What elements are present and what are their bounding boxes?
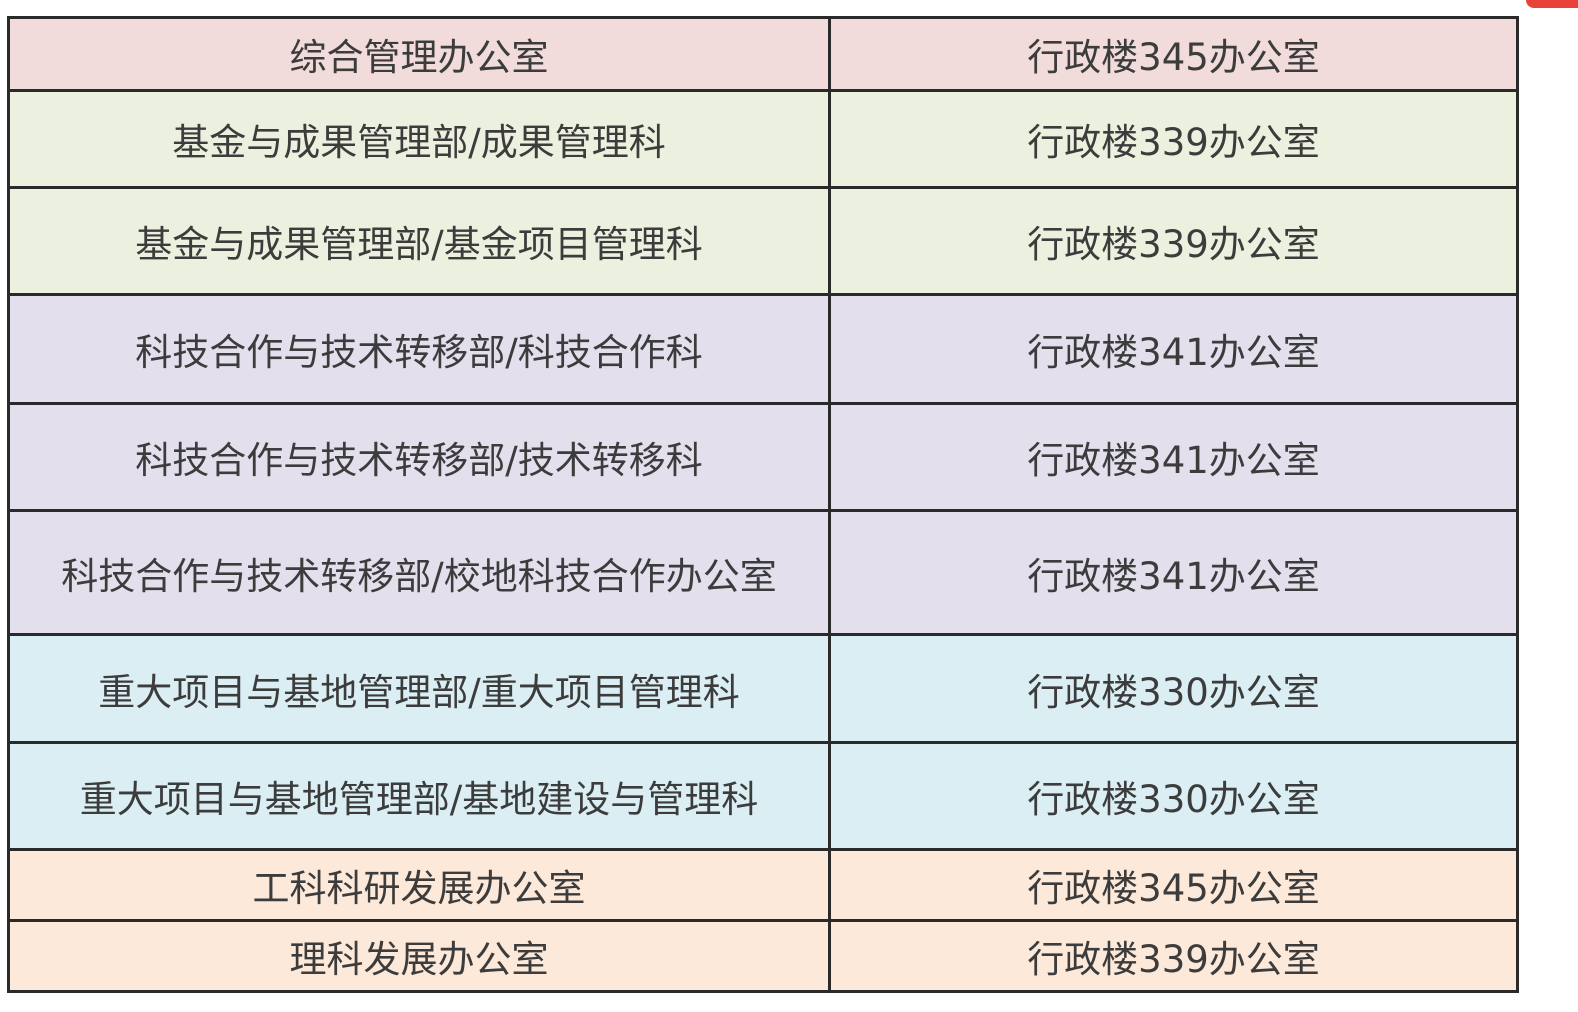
location-cell: 行政楼345办公室: [828, 848, 1519, 922]
table-row: 科技合作与技术转移部/科技合作科 行政楼341办公室: [7, 293, 1519, 405]
location-cell: 行政楼339办公室: [828, 186, 1519, 296]
table-row: 重大项目与基地管理部/重大项目管理科 行政楼330办公室: [7, 633, 1519, 744]
table-row: 科技合作与技术转移部/校地科技合作办公室 行政楼341办公室: [7, 509, 1519, 636]
department-cell: 科技合作与技术转移部/技术转移科: [7, 402, 831, 512]
department-cell: 科技合作与技术转移部/科技合作科: [7, 293, 831, 405]
location-cell: 行政楼339办公室: [828, 89, 1519, 189]
location-cell: 行政楼330办公室: [828, 741, 1519, 851]
location-cell: 行政楼345办公室: [828, 16, 1519, 92]
location-cell: 行政楼339办公室: [828, 919, 1519, 993]
department-cell: 工科科研发展办公室: [7, 848, 831, 922]
department-cell: 科技合作与技术转移部/校地科技合作办公室: [7, 509, 831, 636]
table-row: 综合管理办公室 行政楼345办公室: [7, 16, 1519, 92]
department-cell: 重大项目与基地管理部/基地建设与管理科: [7, 741, 831, 851]
table-row: 基金与成果管理部/基金项目管理科 行政楼339办公室: [7, 186, 1519, 296]
table-row: 基金与成果管理部/成果管理科 行政楼339办公室: [7, 89, 1519, 189]
location-cell: 行政楼330办公室: [828, 633, 1519, 744]
location-cell: 行政楼341办公室: [828, 293, 1519, 405]
table-row: 重大项目与基地管理部/基地建设与管理科 行政楼330办公室: [7, 741, 1519, 851]
department-cell: 重大项目与基地管理部/重大项目管理科: [7, 633, 831, 744]
table-row: 理科发展办公室 行政楼339办公室: [7, 919, 1519, 993]
office-location-table: 综合管理办公室 行政楼345办公室 基金与成果管理部/成果管理科 行政楼339办…: [7, 16, 1519, 993]
location-cell: 行政楼341办公室: [828, 509, 1519, 636]
department-cell: 理科发展办公室: [7, 919, 831, 993]
table-row: 工科科研发展办公室 行政楼345办公室: [7, 848, 1519, 922]
table-row: 科技合作与技术转移部/技术转移科 行政楼341办公室: [7, 402, 1519, 512]
department-cell: 基金与成果管理部/成果管理科: [7, 89, 831, 189]
department-cell: 基金与成果管理部/基金项目管理科: [7, 186, 831, 296]
department-cell: 综合管理办公室: [7, 16, 831, 92]
location-cell: 行政楼341办公室: [828, 402, 1519, 512]
corner-marker: [1526, 0, 1578, 8]
